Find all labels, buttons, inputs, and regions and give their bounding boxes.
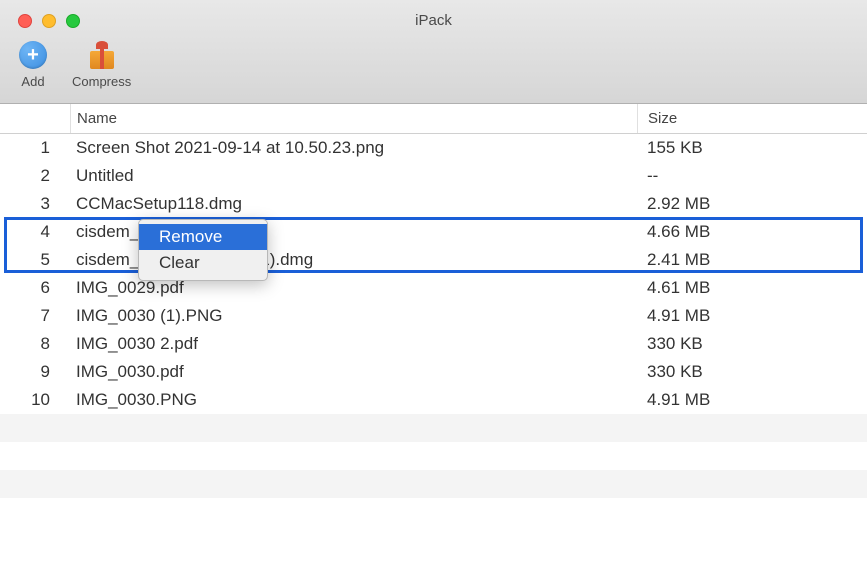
context-menu-item[interactable]: Remove — [139, 224, 267, 250]
table-row[interactable]: 8IMG_0030 2.pdf330 KB — [0, 330, 867, 358]
table-row[interactable]: 10IMG_0030.PNG4.91 MB — [0, 386, 867, 414]
add-icon: + — [18, 40, 48, 70]
row-size: 4.91 MB — [637, 302, 867, 330]
row-size: -- — [637, 162, 867, 190]
row-index: 9 — [0, 362, 70, 382]
empty-row — [0, 414, 867, 442]
row-size: 4.91 MB — [637, 386, 867, 414]
row-name: CCMacSetup118.dmg — [70, 190, 637, 218]
context-menu: RemoveClear — [138, 219, 268, 281]
column-name[interactable]: Name — [70, 104, 637, 133]
row-index: 5 — [0, 250, 70, 270]
row-size: 330 KB — [637, 358, 867, 386]
row-index: 8 — [0, 334, 70, 354]
row-index: 7 — [0, 306, 70, 326]
row-size: 330 KB — [637, 330, 867, 358]
add-button[interactable]: + Add — [18, 40, 48, 89]
row-name: IMG_0030.pdf — [70, 358, 637, 386]
table-row[interactable]: 5cisdem_duplicatefinder (1).dmg2.41 MB — [0, 246, 867, 274]
compress-button[interactable]: Compress — [72, 40, 131, 89]
row-size: 4.66 MB — [637, 218, 867, 246]
table-body: 1Screen Shot 2021-09-14 at 10.50.23.png1… — [0, 134, 867, 498]
row-index: 10 — [0, 390, 70, 410]
window-title: iPack — [0, 12, 867, 29]
table-row[interactable]: 3CCMacSetup118.dmg2.92 MB — [0, 190, 867, 218]
table-row[interactable]: 4cisdem_appcrypt.dmg4.66 MB — [0, 218, 867, 246]
row-name: Untitled — [70, 162, 637, 190]
row-size: 2.92 MB — [637, 190, 867, 218]
empty-row — [0, 442, 867, 470]
row-size: 155 KB — [637, 134, 867, 162]
table-row[interactable]: 7IMG_0030 (1).PNG4.91 MB — [0, 302, 867, 330]
row-name: IMG_0030 2.pdf — [70, 330, 637, 358]
toolbar: + Add Compress — [18, 40, 131, 89]
row-size: 4.61 MB — [637, 274, 867, 302]
add-label: Add — [21, 74, 44, 89]
row-size: 2.41 MB — [637, 246, 867, 274]
titlebar: iPack + Add Compress — [0, 0, 867, 104]
table-header: Name Size — [0, 104, 867, 134]
row-name: Screen Shot 2021-09-14 at 10.50.23.png — [70, 134, 637, 162]
context-menu-item[interactable]: Clear — [139, 250, 267, 276]
gift-icon — [87, 40, 117, 70]
table-row[interactable]: 1Screen Shot 2021-09-14 at 10.50.23.png1… — [0, 134, 867, 162]
row-index: 2 — [0, 166, 70, 186]
table-row[interactable]: 2Untitled-- — [0, 162, 867, 190]
compress-label: Compress — [72, 74, 131, 89]
table-row[interactable]: 6IMG_0029.pdf4.61 MB — [0, 274, 867, 302]
row-name: IMG_0030 (1).PNG — [70, 302, 637, 330]
empty-row — [0, 470, 867, 498]
column-size[interactable]: Size — [637, 104, 867, 133]
row-index: 1 — [0, 138, 70, 158]
row-index: 3 — [0, 194, 70, 214]
row-name: IMG_0030.PNG — [70, 386, 637, 414]
table-row[interactable]: 9IMG_0030.pdf330 KB — [0, 358, 867, 386]
row-index: 4 — [0, 222, 70, 242]
row-index: 6 — [0, 278, 70, 298]
